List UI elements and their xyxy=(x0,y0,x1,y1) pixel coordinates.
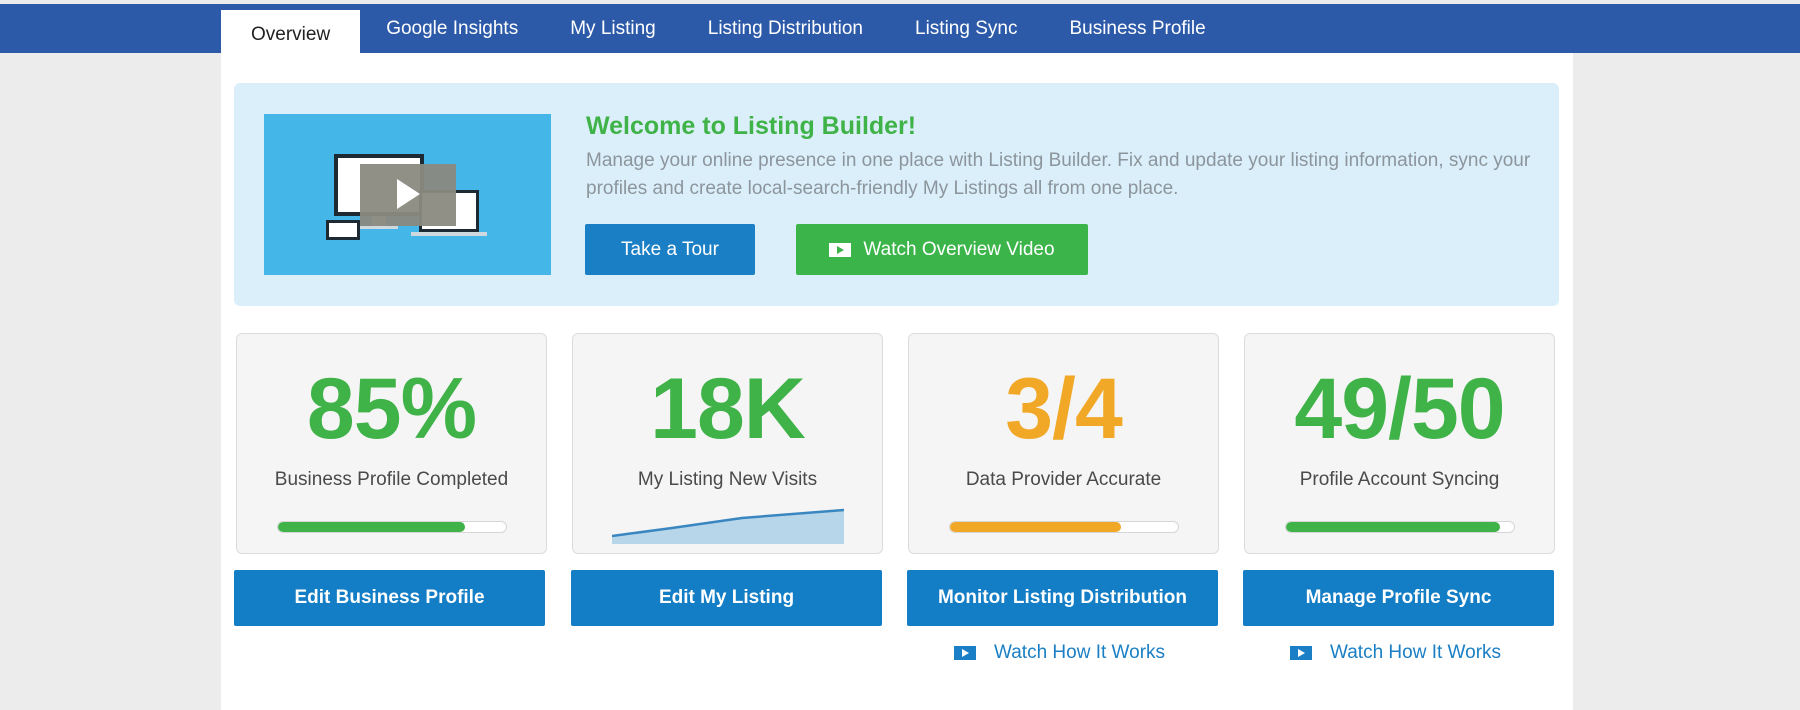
card-label: My Listing New Visits xyxy=(637,469,818,490)
video-play-icon xyxy=(1290,646,1312,660)
take-tour-button[interactable]: Take a Tour xyxy=(585,224,755,275)
welcome-description: Manage your online presence in one place… xyxy=(586,150,1531,199)
business-profile-card: 85% Business Profile Completed xyxy=(236,333,547,554)
my-listing-card: 18K My Listing New Visits xyxy=(572,333,883,554)
progress-bar xyxy=(1285,521,1515,533)
watch-overview-video-button[interactable]: Watch Overview Video xyxy=(796,224,1088,275)
card-value: 85% xyxy=(306,361,477,457)
watch-how-it-works-link[interactable]: Watch How It Works xyxy=(1290,640,1501,666)
card-label: Data Provider Accurate xyxy=(965,469,1162,490)
card-label: Profile Account Syncing xyxy=(1299,469,1500,490)
overview-video-thumbnail[interactable] xyxy=(264,114,551,275)
watch-how-it-works-label: Watch How It Works xyxy=(1330,642,1502,663)
tab-google-insights[interactable]: Google Insights xyxy=(360,4,544,53)
tab-listing-sync[interactable]: Listing Sync xyxy=(889,4,1043,53)
welcome-title: Welcome to Listing Builder! xyxy=(586,112,917,140)
card-label: Business Profile Completed xyxy=(274,469,509,490)
progress-bar-fill xyxy=(278,522,465,532)
profile-sync-card: 49/50 Profile Account Syncing xyxy=(1244,333,1555,554)
monitor-listing-distribution-button[interactable]: Monitor Listing Distribution xyxy=(907,570,1218,626)
visits-sparkline xyxy=(612,508,844,544)
data-provider-card: 3/4 Data Provider Accurate xyxy=(908,333,1219,554)
progress-bar xyxy=(949,521,1179,533)
welcome-panel: Welcome to Listing Builder! Manage your … xyxy=(234,83,1559,306)
edit-my-listing-button[interactable]: Edit My Listing xyxy=(571,570,882,626)
progress-bar-fill xyxy=(950,522,1121,532)
watch-how-it-works-label: Watch How It Works xyxy=(994,642,1166,663)
tab-listing-distribution[interactable]: Listing Distribution xyxy=(682,4,889,53)
edit-business-profile-button[interactable]: Edit Business Profile xyxy=(234,570,545,626)
card-value: 3/4 xyxy=(1005,361,1123,457)
watch-overview-video-label: Watch Overview Video xyxy=(863,238,1055,260)
video-play-icon xyxy=(829,242,852,257)
card-value: 18K xyxy=(650,361,806,457)
watch-how-it-works-link[interactable]: Watch How It Works xyxy=(954,640,1165,666)
main-content: Welcome to Listing Builder! Manage your … xyxy=(221,53,1573,710)
progress-bar xyxy=(277,521,507,533)
tab-overview[interactable]: Overview xyxy=(221,10,361,53)
devices-illustration-icon xyxy=(326,154,487,240)
video-play-icon xyxy=(954,646,976,660)
tab-my-listing[interactable]: My Listing xyxy=(544,4,682,53)
manage-profile-sync-button[interactable]: Manage Profile Sync xyxy=(1243,570,1554,626)
tab-business-profile[interactable]: Business Profile xyxy=(1043,4,1231,53)
card-value: 49/50 xyxy=(1294,361,1505,457)
nav-tabs: Overview Google Insights My Listing List… xyxy=(221,4,1232,53)
progress-bar-fill xyxy=(1286,522,1501,532)
